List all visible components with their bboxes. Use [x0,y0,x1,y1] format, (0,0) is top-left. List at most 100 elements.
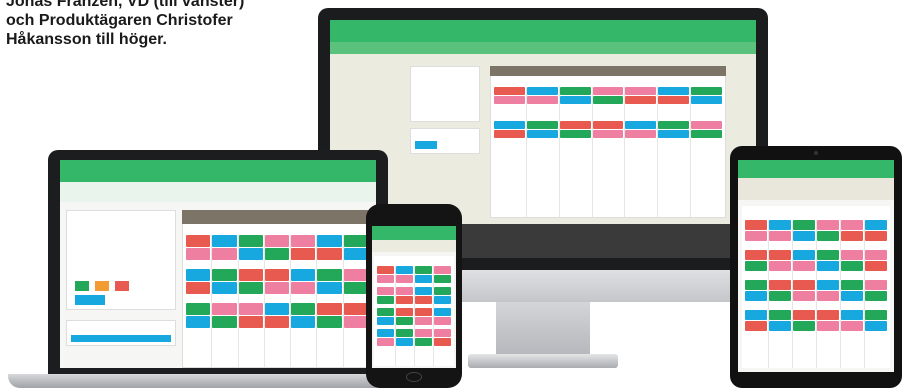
calendar-event [658,96,690,104]
calendar-event [238,269,263,281]
calendar-event [793,280,815,290]
calendar-event [658,87,690,95]
calendar-event [186,316,211,328]
calendar-event [769,220,791,230]
app-header-bar [738,160,894,178]
laptop-lid [48,150,388,376]
calendar-event [434,338,451,346]
calendar-event [494,121,525,129]
app-header-bar [60,160,376,182]
calendar-event [396,275,413,283]
calendar-event [841,261,863,271]
caption-line-3: Håkansson till höger. [6,31,167,48]
calendar-event [625,130,657,138]
phone-screen [372,226,456,368]
calendar-event [212,316,237,328]
grid-line [624,87,626,217]
calendar-event [745,321,767,331]
calendar-grid [490,66,726,218]
calendar-event [434,296,451,304]
calendar-event [769,250,791,260]
grid-line [525,87,527,217]
calendar-grid [182,210,372,368]
calendar-event [186,269,211,281]
calendar-event [793,231,815,241]
calendar-event [396,338,413,346]
calendar-event [745,250,767,260]
calendar-event [865,321,887,331]
laptop-device [8,150,428,390]
calendar-event [212,303,237,315]
calendar-event [377,338,394,346]
calendar-event [377,275,394,283]
calendar-event [592,121,624,129]
calendar-event [658,121,690,129]
calendar-event [291,282,316,294]
calendar-event [317,248,342,260]
calendar-event [841,310,863,320]
calendar-event [865,261,887,271]
calendar-event [434,287,451,295]
calendar-event [793,310,815,320]
calendar-event [291,235,316,247]
calendar-event [526,121,558,129]
calendar-event [793,291,815,301]
calendar-event [841,280,863,290]
app-header-bar [330,20,756,42]
calendar-event [817,250,839,260]
calendar-event [377,308,394,316]
calendar-event [793,250,815,260]
calendar-event [434,317,451,325]
calendar-event [559,96,591,104]
side-panel [410,66,480,122]
grid-line [558,87,560,217]
calendar-event [238,303,263,315]
calendar-event [434,329,451,337]
calendar-event [592,87,624,95]
calendar-event [769,280,791,290]
calendar-event [434,266,451,274]
calendar-event [396,266,413,274]
calendar-event [415,296,432,304]
calendar-event [625,87,657,95]
calendar-event [264,316,290,328]
calendar-event [494,87,525,95]
calendar-event [343,235,368,247]
calendar-event [865,310,887,320]
calendar-event [745,310,767,320]
calendar-event [526,130,558,138]
calendar-event [343,303,368,315]
calendar-event [396,296,413,304]
grid-line [591,87,593,217]
calendar-event [592,130,624,138]
calendar-event [817,231,839,241]
imac-stand [496,302,590,356]
calendar-event [238,282,263,294]
calendar-event [377,287,394,295]
grid-line [690,87,692,217]
calendar-event [559,87,591,95]
phone-device [366,204,462,388]
calendar-event [186,235,211,247]
home-button-icon [406,372,422,382]
calendar-event [817,220,839,230]
calendar-event [317,316,342,328]
calendar-event [865,280,887,290]
calendar-event [377,329,394,337]
tablet-device [730,146,902,388]
calendar-event [817,321,839,331]
calendar-event [415,287,432,295]
calendar-event [793,321,815,331]
calendar-event [494,130,525,138]
calendar-event [238,248,263,260]
calendar-event [317,269,342,281]
calendar-event [769,310,791,320]
calendar-event [817,310,839,320]
imac-foot [468,354,618,368]
calendar-event [415,266,432,274]
calendar-event [625,96,657,104]
calendar-event [396,317,413,325]
calendar-event [817,291,839,301]
calendar-event [264,248,290,260]
laptop-base [8,374,428,388]
